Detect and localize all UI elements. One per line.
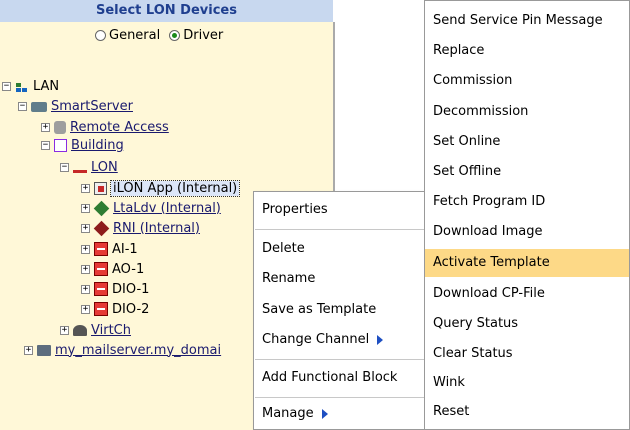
tree-node-mailserver[interactable]: + my_mailserver.my_domai	[24, 341, 221, 359]
panel-title: Select LON Devices	[0, 0, 333, 22]
channel-icon	[73, 162, 87, 173]
tree-node-ai1[interactable]: + AI-1	[81, 240, 138, 258]
driver-radio[interactable]	[169, 29, 181, 41]
expand-icon[interactable]: +	[81, 223, 90, 233]
tree-label-lon[interactable]: LON	[91, 160, 118, 175]
network-icon	[15, 79, 29, 93]
tree-node-virtch[interactable]: + VirtCh	[60, 321, 131, 339]
tree-label-ao1[interactable]: AO-1	[112, 262, 144, 277]
submenu-arrow-icon	[377, 334, 384, 345]
driver-radio-label[interactable]: Driver	[183, 28, 223, 43]
view-mode-selector: General Driver	[95, 26, 229, 44]
tree-label-ilon-app[interactable]: iLON App (Internal)	[109, 179, 241, 197]
tree-node-ilon-app[interactable]: + iLON App (Internal)	[81, 179, 241, 197]
phone-icon	[54, 120, 66, 134]
submenu-item-download-image[interactable]: Download Image	[425, 218, 629, 246]
collapse-icon[interactable]: −	[2, 81, 11, 91]
diamond-device-icon	[93, 220, 110, 236]
tree-label-ai1[interactable]: AI-1	[112, 242, 138, 257]
submenu-item-query-status[interactable]: Query Status	[425, 310, 629, 338]
manage-submenu: Send Service Pin Message Replace Commiss…	[424, 0, 630, 430]
tree-node-building[interactable]: − Building	[41, 136, 124, 154]
tree-label-lan[interactable]: LAN	[33, 79, 59, 94]
menu-item-change-channel[interactable]: Change Channel	[262, 329, 384, 351]
expand-icon[interactable]: +	[60, 325, 69, 335]
tree-node-dio1[interactable]: + DIO-1	[81, 280, 149, 298]
expand-icon[interactable]: +	[81, 264, 90, 274]
tree-label-ltaldv[interactable]: LtaLdv (Internal)	[113, 201, 221, 216]
expand-icon[interactable]: +	[81, 203, 90, 213]
tree-node-lon[interactable]: − LON	[60, 158, 118, 176]
tree-node-remote-access[interactable]: + Remote Access	[41, 118, 169, 136]
device-chip-icon	[94, 181, 107, 195]
tree-node-ltaldv[interactable]: + LtaLdv (Internal)	[81, 199, 221, 217]
tree-label-smartserver[interactable]: SmartServer	[51, 99, 133, 114]
expand-icon[interactable]: +	[24, 345, 33, 355]
submenu-item-fetch-program-id[interactable]: Fetch Program ID	[425, 188, 629, 216]
tree-node-smartserver[interactable]: − SmartServer	[18, 97, 133, 115]
submenu-arrow-icon	[321, 408, 328, 419]
io-device-icon	[94, 282, 108, 296]
submenu-item-commission[interactable]: Commission	[425, 67, 629, 95]
tree-node-lan[interactable]: − LAN	[2, 77, 59, 95]
tree-node-ao1[interactable]: + AO-1	[81, 260, 144, 278]
io-device-icon	[94, 302, 108, 316]
tree-label-rni[interactable]: RNI (Internal)	[113, 221, 200, 236]
submenu-item-replace[interactable]: Replace	[425, 37, 629, 65]
menu-item-save-as-template[interactable]: Save as Template	[262, 299, 376, 321]
menu-item-delete[interactable]: Delete	[262, 238, 305, 260]
submenu-item-reset[interactable]: Reset	[425, 398, 629, 426]
tree-label-mailserver[interactable]: my_mailserver.my_domai	[55, 343, 221, 358]
menu-item-add-functional-block[interactable]: Add Functional Block	[262, 367, 397, 389]
tree-label-remote-access[interactable]: Remote Access	[70, 120, 169, 135]
submenu-item-download-cp-file[interactable]: Download CP-File	[425, 280, 629, 308]
expand-icon[interactable]: +	[81, 284, 90, 294]
collapse-icon[interactable]: −	[60, 162, 69, 172]
collapse-icon[interactable]: −	[18, 101, 27, 111]
context-menu: Properties Delete Rename Save as Templat…	[253, 191, 427, 430]
computer-icon	[37, 344, 51, 356]
virtual-channel-icon	[73, 324, 87, 336]
submenu-item-wink[interactable]: Wink	[425, 369, 629, 397]
submenu-item-set-online[interactable]: Set Online	[425, 128, 629, 156]
menu-separator	[255, 229, 425, 230]
menu-separator	[255, 397, 425, 398]
submenu-item-send-service-pin[interactable]: Send Service Pin Message	[425, 7, 629, 35]
submenu-item-clear-status[interactable]: Clear Status	[425, 340, 629, 368]
collapse-icon[interactable]: −	[41, 140, 50, 150]
io-device-icon	[94, 242, 108, 256]
expand-icon[interactable]: +	[81, 304, 90, 314]
submenu-item-decommission[interactable]: Decommission	[425, 98, 629, 126]
tree-node-dio2[interactable]: + DIO-2	[81, 300, 149, 318]
io-device-icon	[94, 262, 108, 276]
general-radio-label[interactable]: General	[109, 28, 160, 43]
menu-separator	[255, 359, 425, 360]
menu-item-rename[interactable]: Rename	[262, 268, 315, 290]
building-icon	[54, 138, 67, 152]
submenu-item-set-offline[interactable]: Set Offline	[425, 158, 629, 186]
tree-label-dio1[interactable]: DIO-1	[112, 282, 149, 297]
menu-item-manage-label: Manage	[262, 406, 314, 421]
menu-item-properties[interactable]: Properties	[262, 199, 328, 221]
menu-item-manage[interactable]: Manage	[262, 403, 328, 425]
tree-label-virtch[interactable]: VirtCh	[91, 323, 131, 338]
server-icon	[31, 102, 47, 112]
submenu-item-activate-template[interactable]: Activate Template	[425, 249, 629, 277]
general-radio[interactable]	[95, 29, 106, 41]
menu-item-change-channel-label: Change Channel	[262, 332, 370, 347]
tree-label-building[interactable]: Building	[71, 138, 124, 153]
expand-icon[interactable]: +	[81, 244, 90, 254]
expand-icon[interactable]: +	[41, 122, 50, 132]
tree-node-rni[interactable]: + RNI (Internal)	[81, 219, 200, 237]
tree-label-dio2[interactable]: DIO-2	[112, 302, 149, 317]
expand-icon[interactable]: +	[81, 183, 90, 193]
diamond-device-icon	[93, 200, 110, 216]
